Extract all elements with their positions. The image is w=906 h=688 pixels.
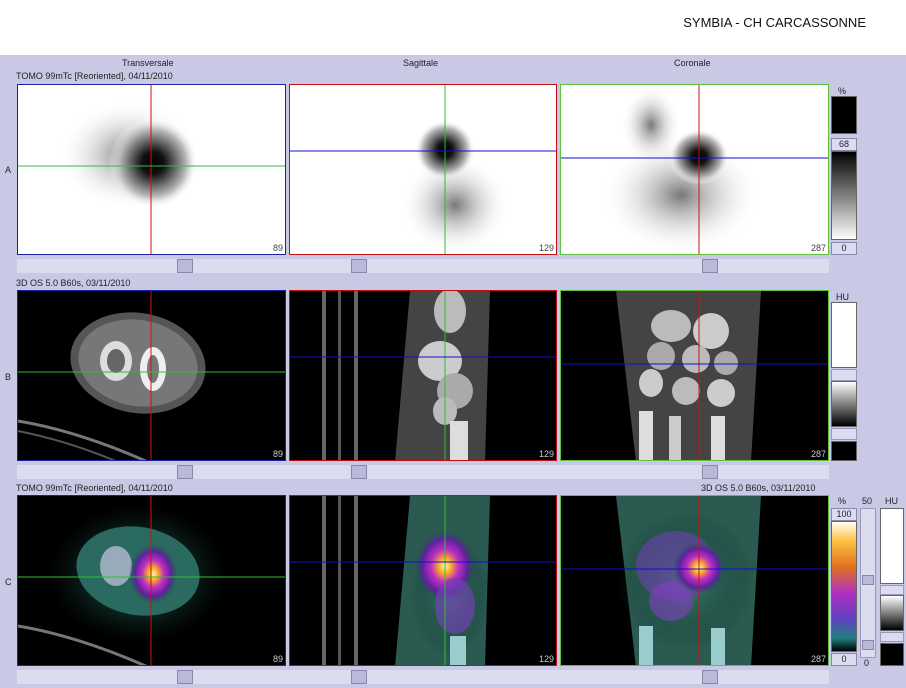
viewport-c-coronale[interactable]: 287: [560, 495, 829, 666]
colorbar-c-hu-bottom: [880, 643, 904, 666]
blend-slider-label: 50: [862, 496, 873, 506]
viewport-a-coronale[interactable]: 287: [560, 84, 829, 255]
colorbar-b-min-handle[interactable]: [831, 428, 857, 440]
slice-number: 287: [810, 654, 826, 664]
row-c-label: C: [5, 577, 12, 587]
colorbar-c-min[interactable]: 0: [831, 653, 857, 666]
colorbar-c: [831, 521, 857, 652]
colorbar-b-top: [831, 302, 857, 368]
slice-number: 287: [810, 243, 826, 253]
row-c-series-right: 3D OS 5.0 B60s, 03/11/2010: [701, 483, 816, 493]
colorbar-a-min[interactable]: 0: [831, 242, 857, 255]
row-b-series: 3D OS 5.0 B60s, 03/11/2010: [16, 278, 131, 288]
colorbar-a: [831, 151, 857, 240]
blend-slider-zero: 0: [864, 658, 870, 668]
viewport-a-transversale[interactable]: 89: [17, 84, 286, 255]
slice-number: 89: [272, 449, 283, 459]
viewport-b-transversale[interactable]: 89: [17, 290, 286, 461]
slice-number: 129: [538, 449, 554, 459]
site-title: SYMBIA - CH CARCASSONNE: [683, 15, 866, 30]
slice-slider-row-c[interactable]: [17, 670, 829, 684]
viewport-a-sagittale[interactable]: 129: [289, 84, 557, 255]
colorbar-b-unit: HU: [836, 292, 849, 302]
blend-slider-thumb-bottom[interactable]: [862, 640, 874, 650]
blend-slider-thumb[interactable]: [862, 575, 874, 585]
colorbar-c-max[interactable]: 100: [831, 508, 857, 521]
slice-slider-row-a[interactable]: [17, 259, 829, 273]
colorbar-c-hu: [880, 595, 904, 631]
viewport-c-sagittale[interactable]: 129: [289, 495, 557, 666]
slider-thumb-sagittale[interactable]: [351, 670, 367, 684]
colorbar-b: [831, 381, 857, 427]
row-a-label: A: [5, 165, 12, 175]
column-header-transversale: Transversale: [122, 58, 174, 68]
colorbar-a-top: [831, 96, 857, 134]
slice-slider-row-b[interactable]: [17, 465, 829, 479]
slice-number: 129: [538, 243, 554, 253]
colorbar-b-max-handle[interactable]: [831, 369, 857, 381]
slider-thumb-sagittale[interactable]: [351, 465, 367, 479]
colorbar-c-hu-top: [880, 508, 904, 584]
viewport-b-sagittale[interactable]: 129: [289, 290, 557, 461]
title-bar: SYMBIA - CH CARCASSONNE: [0, 0, 906, 55]
colorbar-c-hu-min-handle[interactable]: [880, 632, 904, 642]
slider-thumb-coronale[interactable]: [702, 465, 718, 479]
slider-thumb-coronale[interactable]: [702, 259, 718, 273]
slider-thumb-transversale[interactable]: [177, 670, 193, 684]
slice-number: 129: [538, 654, 554, 664]
slice-number: 89: [272, 243, 283, 253]
slice-number: 89: [272, 654, 283, 664]
column-header-coronale: Coronale: [674, 58, 711, 68]
column-header-sagittale: Sagittale: [403, 58, 439, 68]
row-a-series: TOMO 99mTc [Reoriented], 04/11/2010: [16, 71, 173, 81]
row-b-label: B: [5, 372, 12, 382]
slider-thumb-coronale[interactable]: [702, 670, 718, 684]
row-c-series: TOMO 99mTc [Reoriented], 04/11/2010: [16, 483, 173, 493]
colorbar-a-max[interactable]: 68: [831, 138, 857, 151]
slider-thumb-sagittale[interactable]: [351, 259, 367, 273]
viewport-b-coronale[interactable]: 287: [560, 290, 829, 461]
slider-thumb-transversale[interactable]: [177, 259, 193, 273]
viewport-c-transversale[interactable]: 89: [17, 495, 286, 666]
colorbar-c-hu-max-handle[interactable]: [880, 585, 904, 595]
colorbar-c-unit: %: [838, 496, 847, 506]
colorbar-c-hu-unit: HU: [885, 496, 898, 506]
slice-number: 287: [810, 449, 826, 459]
slider-thumb-transversale[interactable]: [177, 465, 193, 479]
colorbar-b-bottom: [831, 441, 857, 461]
colorbar-a-unit: %: [838, 86, 847, 96]
